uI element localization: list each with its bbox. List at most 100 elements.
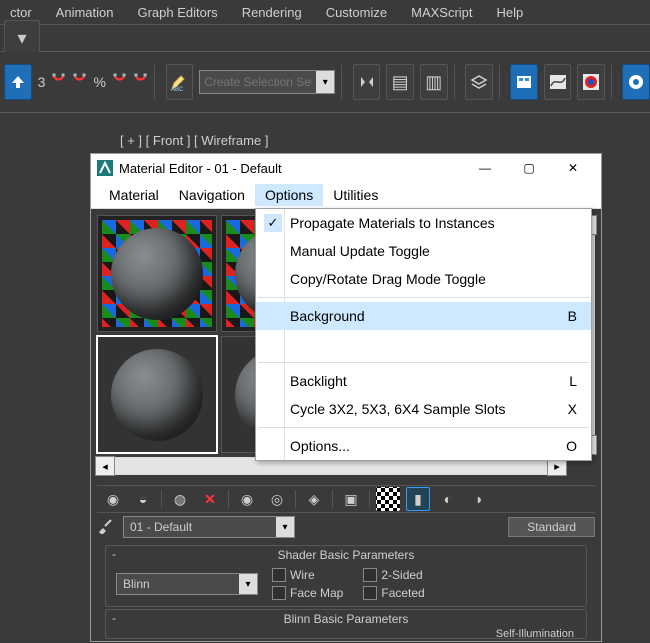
magnet-icon[interactable] (72, 72, 87, 92)
menu-item-backlight[interactable]: Backlight L (256, 367, 591, 395)
assign-to-selection-icon[interactable]: ◍ (168, 487, 192, 511)
faceted-checkbox[interactable]: Faceted (363, 586, 424, 600)
shader-value: Blinn (117, 577, 239, 591)
check-icon: ✓ (264, 214, 282, 232)
menu-options[interactable]: Options (255, 184, 323, 206)
menu-item-options[interactable]: Options... O (256, 432, 591, 460)
app-icon (97, 160, 113, 176)
toolbar-row-2: ▾ (0, 25, 650, 52)
put-to-library-icon[interactable]: ◈ (302, 487, 326, 511)
material-sphere-icon (111, 228, 203, 320)
pick-material-icon[interactable] (97, 518, 115, 537)
align-icon[interactable]: ▥ (420, 64, 448, 100)
material-id-icon[interactable]: ▣ (339, 487, 363, 511)
chevron-down-icon[interactable]: ▾ (276, 517, 294, 537)
toolbar-row-3: 3 % ABC ▾ ▤ ▥ (0, 52, 650, 113)
render-setup-icon[interactable] (622, 64, 650, 100)
magnet-icon[interactable] (112, 72, 127, 92)
show-map-icon[interactable] (376, 487, 400, 511)
separator (258, 427, 589, 428)
separator (161, 490, 162, 508)
magnet-icon[interactable] (133, 72, 148, 92)
menu-utilities[interactable]: Utilities (323, 184, 388, 206)
mirror-icon[interactable] (353, 64, 381, 100)
material-sphere-icon (111, 349, 203, 441)
separator (154, 65, 160, 99)
separator (228, 490, 229, 508)
rollout-header[interactable]: Shader Basic Parameters (106, 546, 586, 564)
menu-item-background[interactable]: Background B (256, 302, 591, 330)
menu-item-copy-rotate[interactable]: Copy/Rotate Drag Mode Toggle (256, 265, 591, 293)
menu-item-custom-bg (256, 330, 591, 358)
separator (295, 490, 296, 508)
schematic-view-icon[interactable] (510, 64, 538, 100)
menu-item[interactable]: Graph Editors (131, 2, 235, 23)
separator (258, 297, 589, 298)
dropdown-icon[interactable]: ▾ (4, 20, 40, 56)
chevron-down-icon[interactable]: ▾ (316, 71, 334, 93)
blinn-basic-parameters-rollout: Blinn Basic Parameters Self-Illumination (105, 609, 587, 639)
selection-set-combo[interactable]: ▾ (199, 70, 335, 94)
wire-checkbox[interactable]: Wire (272, 568, 343, 582)
shortcut-label: X (548, 401, 577, 417)
angle-label: 3 (38, 74, 46, 90)
curve-editor-icon[interactable] (544, 64, 572, 100)
self-illumination-label: Self-Illumination (106, 628, 586, 640)
separator (499, 65, 505, 99)
go-to-parent-icon[interactable]: ◐ (436, 487, 460, 511)
separator (611, 65, 617, 99)
edit-named-selection-icon[interactable]: ABC (166, 64, 194, 100)
layers-icon[interactable] (465, 64, 493, 100)
scroll-left-icon[interactable]: ◂ (95, 456, 115, 476)
twosided-checkbox[interactable]: 2-Sided (363, 568, 424, 582)
show-end-result-icon[interactable]: ▮ (406, 487, 430, 511)
svg-text:ABC: ABC (171, 87, 184, 92)
separator (454, 65, 460, 99)
menu-item-cycle-slots[interactable]: Cycle 3X2, 5X3, 6X4 Sample Slots X (256, 395, 591, 423)
separator (369, 490, 370, 508)
titlebar[interactable]: Material Editor - 01 - Default — ▢ ✕ (91, 154, 601, 182)
sample-slot-active[interactable] (97, 336, 217, 453)
material-name-combo[interactable]: 01 - Default ▾ (123, 516, 295, 538)
shortcut-label: O (546, 438, 577, 454)
magnet-icon[interactable] (51, 72, 66, 92)
menu-item[interactable]: Customize (320, 2, 405, 23)
close-button[interactable]: ✕ (551, 154, 595, 182)
align-icon[interactable]: ▤ (386, 64, 414, 100)
chevron-down-icon[interactable]: ▾ (239, 574, 257, 594)
make-copy-icon[interactable]: ◉ (235, 487, 259, 511)
rollout-header[interactable]: Blinn Basic Parameters (106, 610, 586, 628)
get-material-icon[interactable]: ◉ (101, 487, 125, 511)
menu-item[interactable]: MAXScript (405, 2, 490, 23)
arrow-up-icon[interactable] (4, 64, 32, 100)
separator (341, 65, 347, 99)
menu-item-manual-update[interactable]: Manual Update Toggle (256, 237, 591, 265)
material-name-label: 01 - Default (124, 520, 276, 534)
material-type-button[interactable]: Standard (508, 517, 595, 537)
menu-navigation[interactable]: Navigation (169, 184, 255, 206)
material-tools-row: ◉ ◒ ◍ ✕ ◉ ◎ ◈ ▣ ▮ ◐ ◑ (97, 485, 595, 513)
menu-item[interactable]: Animation (50, 2, 132, 23)
separator (258, 362, 589, 363)
material-editor-icon[interactable] (577, 64, 605, 100)
menu-material[interactable]: Material (99, 184, 169, 206)
menu-item[interactable]: Rendering (236, 2, 320, 23)
menu-item[interactable]: Help (491, 2, 542, 23)
maximize-button[interactable]: ▢ (507, 154, 551, 182)
reset-map-icon[interactable]: ✕ (198, 487, 222, 511)
minimize-button[interactable]: — (463, 154, 507, 182)
sample-slot[interactable] (97, 215, 217, 332)
material-editor-menu: Material Navigation Options Utilities (91, 182, 601, 209)
menu-item-propagate[interactable]: ✓ Propagate Materials to Instances (256, 209, 591, 237)
shader-select[interactable]: Blinn ▾ (116, 573, 258, 595)
make-unique-icon[interactable]: ◎ (265, 487, 289, 511)
facemap-checkbox[interactable]: Face Map (272, 586, 343, 600)
viewport-label[interactable]: [ + ] [ Front ] [ Wireframe ] (120, 133, 268, 148)
go-forward-icon[interactable]: ◑ (466, 487, 490, 511)
shader-basic-parameters-rollout: Shader Basic Parameters Blinn ▾ Wire 2-S… (105, 545, 587, 607)
shortcut-label: B (548, 308, 577, 324)
material-name-row: 01 - Default ▾ Standard (97, 515, 595, 539)
window-title: Material Editor - 01 - Default (119, 161, 282, 176)
put-to-scene-icon[interactable]: ◒ (131, 487, 155, 511)
selection-set-input[interactable] (200, 73, 316, 91)
